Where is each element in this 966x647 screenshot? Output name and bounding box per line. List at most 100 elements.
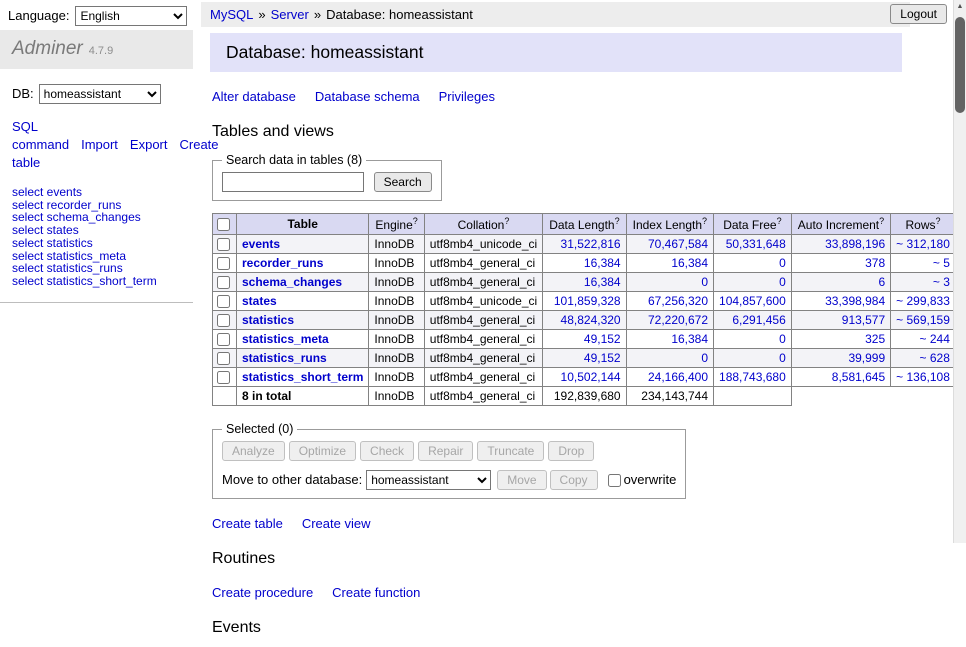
sidebar-item-select-statistics[interactable]: select statistics — [12, 237, 181, 250]
scroll-up-arrow-icon[interactable]: ▲ — [954, 0, 966, 14]
data-length-link[interactable]: 16,384 — [584, 256, 621, 270]
data-length-link[interactable]: 101,859,328 — [554, 294, 621, 308]
search-button[interactable]: Search — [374, 172, 432, 192]
table-link-statistics-short-term[interactable]: statistics_short_term — [242, 370, 363, 384]
search-input[interactable] — [222, 172, 364, 192]
auto-increment-link[interactable]: 6 — [878, 275, 885, 289]
row-checkbox[interactable] — [217, 314, 230, 327]
db-select[interactable]: homeassistant — [39, 84, 161, 104]
index-length-link[interactable]: 0 — [701, 351, 708, 365]
auto-increment-link[interactable]: 33,898,196 — [825, 237, 885, 251]
row-checkbox[interactable] — [217, 257, 230, 270]
rows-link[interactable]: ~ 569,159 — [896, 313, 950, 327]
auto-increment-link[interactable]: 378 — [865, 256, 885, 270]
table-link-recorder-runs[interactable]: recorder_runs — [242, 256, 323, 270]
index-length-link[interactable]: 24,166,400 — [648, 370, 708, 384]
table-link-statistics-runs[interactable]: statistics_runs — [242, 351, 327, 365]
help-link[interactable]: ? — [936, 216, 941, 226]
vertical-scrollbar[interactable]: ▲ — [953, 0, 966, 543]
data-length-link[interactable]: 49,152 — [584, 332, 621, 346]
auto-increment-link[interactable]: 325 — [865, 332, 885, 346]
cell-data-free: 0 — [714, 273, 792, 292]
check-button[interactable]: Check — [360, 441, 414, 461]
table-link-statistics[interactable]: statistics — [242, 313, 294, 327]
auto-increment-link[interactable]: 39,999 — [848, 351, 885, 365]
copy-button[interactable]: Copy — [550, 470, 598, 490]
sidebar-item-select-states[interactable]: select states — [12, 224, 181, 237]
truncate-button[interactable]: Truncate — [477, 441, 544, 461]
link-create-table[interactable]: Create table — [212, 516, 283, 531]
auto-increment-link[interactable]: 8,581,645 — [832, 370, 885, 384]
data-free-link[interactable]: 50,331,648 — [726, 237, 786, 251]
help-link[interactable]: ? — [879, 216, 884, 226]
data-free-link[interactable]: 104,857,600 — [719, 294, 786, 308]
row-checkbox[interactable] — [217, 238, 230, 251]
optimize-button[interactable]: Optimize — [289, 441, 356, 461]
link-privileges[interactable]: Privileges — [439, 89, 495, 104]
sidebar-item-select-statistics-short-term[interactable]: select statistics_short_term — [12, 275, 181, 288]
index-length-link[interactable]: 67,256,320 — [648, 294, 708, 308]
row-checkbox[interactable] — [217, 371, 230, 384]
breadcrumb-link-server[interactable]: Server — [271, 7, 309, 22]
language-select[interactable]: English — [75, 6, 187, 26]
table-link-events[interactable]: events — [242, 237, 280, 251]
sidebar-item-select-events[interactable]: select events — [12, 186, 181, 199]
analyze-button[interactable]: Analyze — [222, 441, 285, 461]
data-free-link[interactable]: 0 — [779, 351, 786, 365]
data-free-link[interactable]: 0 — [779, 332, 786, 346]
data-free-link[interactable]: 6,291,456 — [732, 313, 785, 327]
breadcrumb-link-mysql[interactable]: MySQL — [210, 7, 253, 22]
rows-link[interactable]: ~ 299,833 — [896, 294, 950, 308]
rows-link[interactable]: ~ 3 — [933, 275, 950, 289]
rows-link[interactable]: ~ 312,180 — [896, 237, 950, 251]
help-link[interactable]: ? — [777, 216, 782, 226]
data-length-link[interactable]: 10,502,144 — [561, 370, 621, 384]
sidebar-link-sql-command[interactable]: SQL command — [12, 119, 69, 152]
overwrite-checkbox[interactable] — [608, 474, 621, 487]
help-link[interactable]: ? — [615, 216, 620, 226]
logout-button[interactable]: Logout — [890, 4, 947, 24]
rows-link[interactable]: ~ 136,108 — [896, 370, 950, 384]
data-free-link[interactable]: 188,743,680 — [719, 370, 786, 384]
data-length-link[interactable]: 49,152 — [584, 351, 621, 365]
auto-increment-link[interactable]: 33,398,984 — [825, 294, 885, 308]
help-link[interactable]: ? — [702, 216, 707, 226]
scrollbar-thumb[interactable] — [955, 17, 965, 113]
index-length-link[interactable]: 16,384 — [671, 256, 708, 270]
index-length-link[interactable]: 72,220,672 — [648, 313, 708, 327]
data-free-link[interactable]: 0 — [779, 256, 786, 270]
row-checkbox[interactable] — [217, 333, 230, 346]
rows-link[interactable]: ~ 5 — [933, 256, 950, 270]
drop-button[interactable]: Drop — [548, 441, 594, 461]
help-link[interactable]: ? — [504, 216, 509, 226]
data-length-link[interactable]: 48,824,320 — [561, 313, 621, 327]
sidebar-link-export[interactable]: Export — [130, 137, 168, 152]
table-link-statistics-meta[interactable]: statistics_meta — [242, 332, 329, 346]
index-length-link[interactable]: 70,467,584 — [648, 237, 708, 251]
table-link-schema-changes[interactable]: schema_changes — [242, 275, 342, 289]
sidebar-link-import[interactable]: Import — [81, 137, 118, 152]
link-create-procedure[interactable]: Create procedure — [212, 585, 313, 600]
index-length-link[interactable]: 0 — [701, 275, 708, 289]
repair-button[interactable]: Repair — [418, 441, 473, 461]
index-length-link[interactable]: 16,384 — [671, 332, 708, 346]
rows-link[interactable]: ~ 628 — [920, 351, 950, 365]
help-link[interactable]: ? — [413, 216, 418, 226]
move-db-select[interactable]: homeassistant — [366, 470, 491, 490]
data-length-link[interactable]: 31,522,816 — [561, 237, 621, 251]
link-create-function[interactable]: Create function — [332, 585, 420, 600]
auto-increment-link[interactable]: 913,577 — [842, 313, 885, 327]
move-button[interactable]: Move — [497, 470, 546, 490]
row-checkbox[interactable] — [217, 352, 230, 365]
link-create-view[interactable]: Create view — [302, 516, 371, 531]
link-alter-database[interactable]: Alter database — [212, 89, 296, 104]
row-checkbox[interactable] — [217, 295, 230, 308]
data-length-link[interactable]: 16,384 — [584, 275, 621, 289]
row-check-cell — [213, 368, 237, 387]
row-checkbox[interactable] — [217, 276, 230, 289]
select-all-checkbox[interactable] — [217, 218, 230, 231]
link-database-schema[interactable]: Database schema — [315, 89, 420, 104]
table-link-states[interactable]: states — [242, 294, 277, 308]
data-free-link[interactable]: 0 — [779, 275, 786, 289]
rows-link[interactable]: ~ 244 — [920, 332, 950, 346]
